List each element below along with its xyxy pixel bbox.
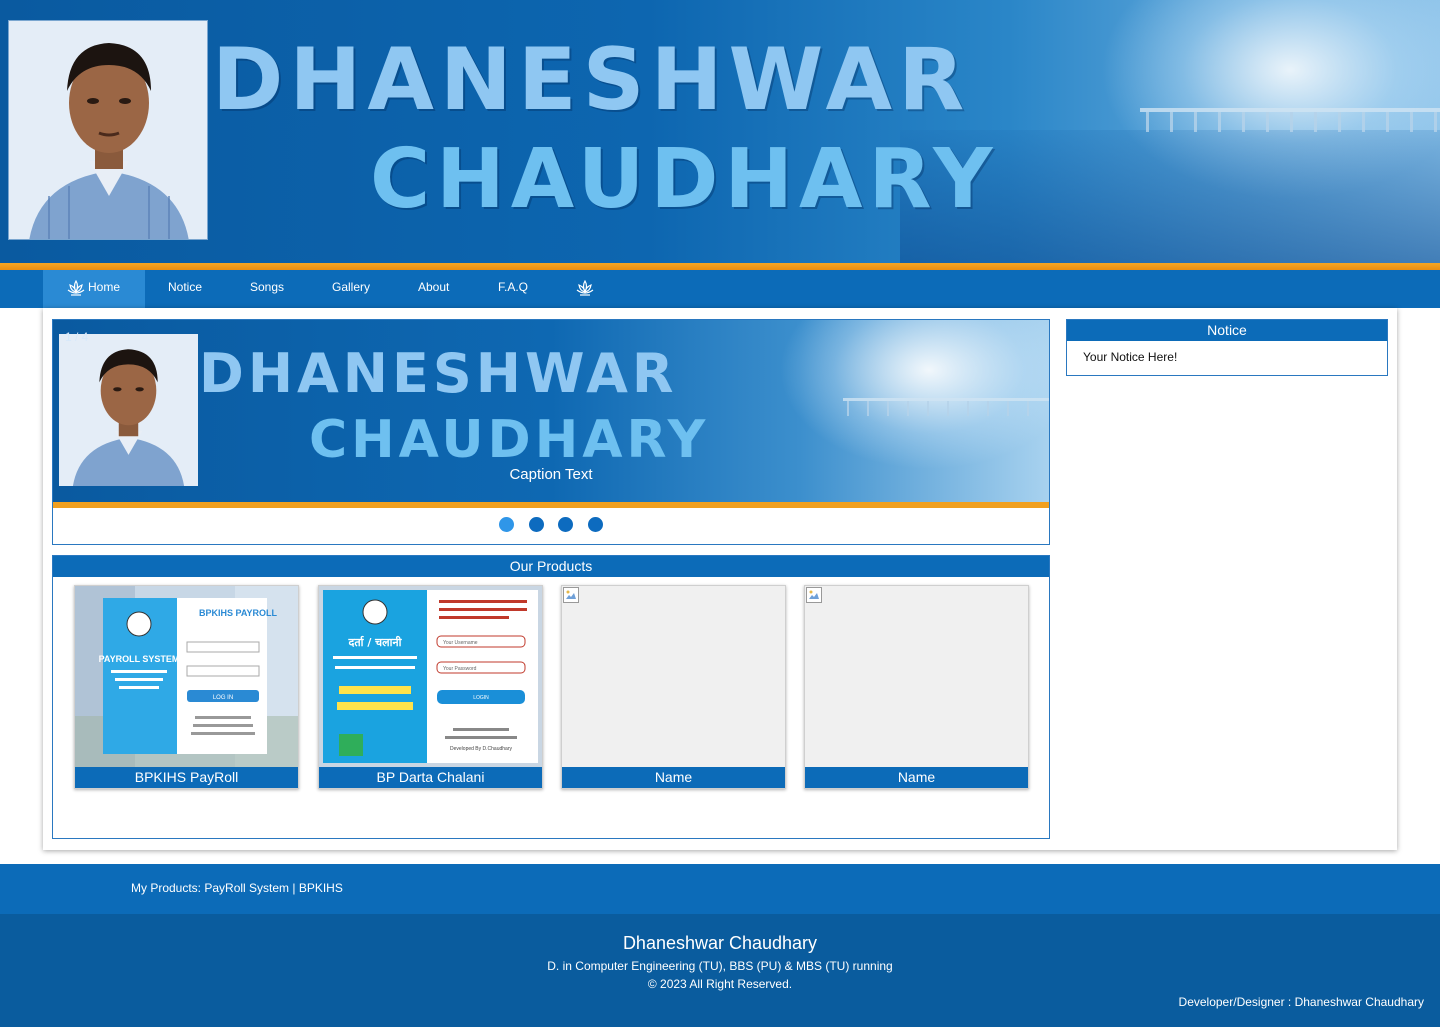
product-thumb: [562, 586, 785, 767]
slider-dot-1[interactable]: [499, 517, 515, 532]
main-nav: Home Notice Songs Gallery About F.A.Q: [0, 270, 1440, 308]
product-name: Name: [562, 767, 785, 788]
footer-developer-credit: Developer/Designer : Dhaneshwar Chaudhar…: [1178, 995, 1424, 1009]
footer-education: D. in Computer Engineering (TU), BBS (PU…: [547, 959, 893, 973]
payroll-brand-text: BPKIHS PAYROLL: [199, 608, 278, 618]
product-card-darta-chalani[interactable]: दर्ता / चलानी Your Username Your Passwor…: [318, 585, 543, 789]
product-card-3[interactable]: Name: [561, 585, 786, 789]
notice-heading: Notice: [1067, 320, 1387, 341]
products-heading: Our Products: [53, 556, 1049, 577]
notice-text: Your Notice Here!: [1083, 350, 1178, 364]
nav-item-faq[interactable]: F.A.Q: [498, 270, 528, 308]
profile-photo: [8, 20, 208, 240]
product-thumb: [805, 586, 1028, 767]
slide-title-line1: DHANESHWAR: [199, 342, 678, 405]
darta-password-placeholder: Your Password: [443, 666, 477, 672]
slider-dots: [53, 517, 1049, 537]
darta-developer-text: Developed By D.Chaudhary: [450, 746, 512, 752]
footer: Dhaneshwar Chaudhary D. in Computer Engi…: [0, 914, 1440, 1027]
nav-item-home[interactable]: Home: [43, 270, 145, 308]
slide-pier-image: [843, 398, 1049, 416]
nav-item-lotus[interactable]: [575, 270, 597, 308]
nav-item-label: F.A.Q: [498, 280, 529, 294]
product-name: BPKIHS PayRoll: [75, 767, 298, 788]
nav-item-about[interactable]: About: [418, 270, 449, 308]
footer-links-bar: My Products: PayRoll System | BPKIHS: [0, 864, 1440, 914]
darta-chalani-screenshot: दर्ता / चलानी Your Username Your Passwor…: [319, 586, 542, 767]
lotus-icon: [67, 279, 85, 296]
darta-username-placeholder: Your Username: [443, 640, 478, 646]
slide-profile-photo: [59, 334, 198, 486]
darta-thumb-title: दर्ता / चलानी: [348, 635, 403, 649]
slider-dot-2[interactable]: [528, 517, 544, 532]
nav-item-label: About: [418, 280, 450, 294]
payroll-login-button-text: LOG IN: [213, 695, 233, 701]
nav-item-label: Songs: [250, 280, 285, 294]
slide-divider: [53, 502, 1049, 508]
product-name: Name: [805, 767, 1028, 788]
footer-copyright: © 2023 All Right Reserved.: [647, 977, 793, 991]
product-card-4[interactable]: Name: [804, 585, 1029, 789]
slider-dot-3[interactable]: [558, 517, 574, 532]
payroll-screenshot: PAYROLL SYSTEM BPKIHS PAYROLL LOG IN: [75, 586, 298, 767]
payroll-thumb-title: PAYROLL SYSTEM: [99, 654, 180, 664]
nav-item-label: Home: [88, 280, 121, 294]
nav-item-songs[interactable]: Songs: [250, 270, 284, 308]
banner-title-line2: CHAUDHARY: [370, 132, 999, 227]
header-banner: DHANESHWAR CHAUDHARY: [0, 0, 1440, 263]
footer-products-link[interactable]: My Products: PayRoll System | BPKIHS: [131, 881, 343, 895]
nav-item-label: Gallery: [332, 280, 371, 294]
lotus-icon: [576, 279, 594, 296]
nav-item-notice[interactable]: Notice: [168, 270, 202, 308]
nav-item-label: Notice: [168, 280, 203, 294]
product-name: BP Darta Chalani: [319, 767, 542, 788]
image-slider: DHANESHWAR CHAUDHARY 1 / 4 Caption Text: [52, 319, 1050, 545]
nav-item-gallery[interactable]: Gallery: [332, 270, 370, 308]
broken-image-icon: [806, 587, 822, 603]
pier-image: [1140, 108, 1440, 132]
banner-title-line1: DHANESHWAR: [212, 30, 971, 130]
broken-image-icon: [563, 587, 579, 603]
slider-dot-4[interactable]: [587, 517, 603, 532]
slide-title-line2: CHAUDHARY: [309, 410, 710, 470]
slide[interactable]: DHANESHWAR CHAUDHARY 1 / 4 Caption Text: [53, 320, 1049, 502]
slide-caption: Caption Text: [509, 466, 593, 483]
footer-name: Dhaneshwar Chaudhary: [622, 933, 818, 953]
darta-login-button-text: LOGIN: [473, 695, 489, 701]
notice-panel: Notice Your Notice Here!: [1066, 319, 1388, 376]
products-panel: Our Products PAYROLL SYSTEM BPKIHS PAYRO…: [52, 555, 1050, 839]
slide-counter: 1 / 4: [65, 330, 89, 344]
product-card-payroll[interactable]: PAYROLL SYSTEM BPKIHS PAYROLL LOG IN BPK…: [74, 585, 299, 789]
